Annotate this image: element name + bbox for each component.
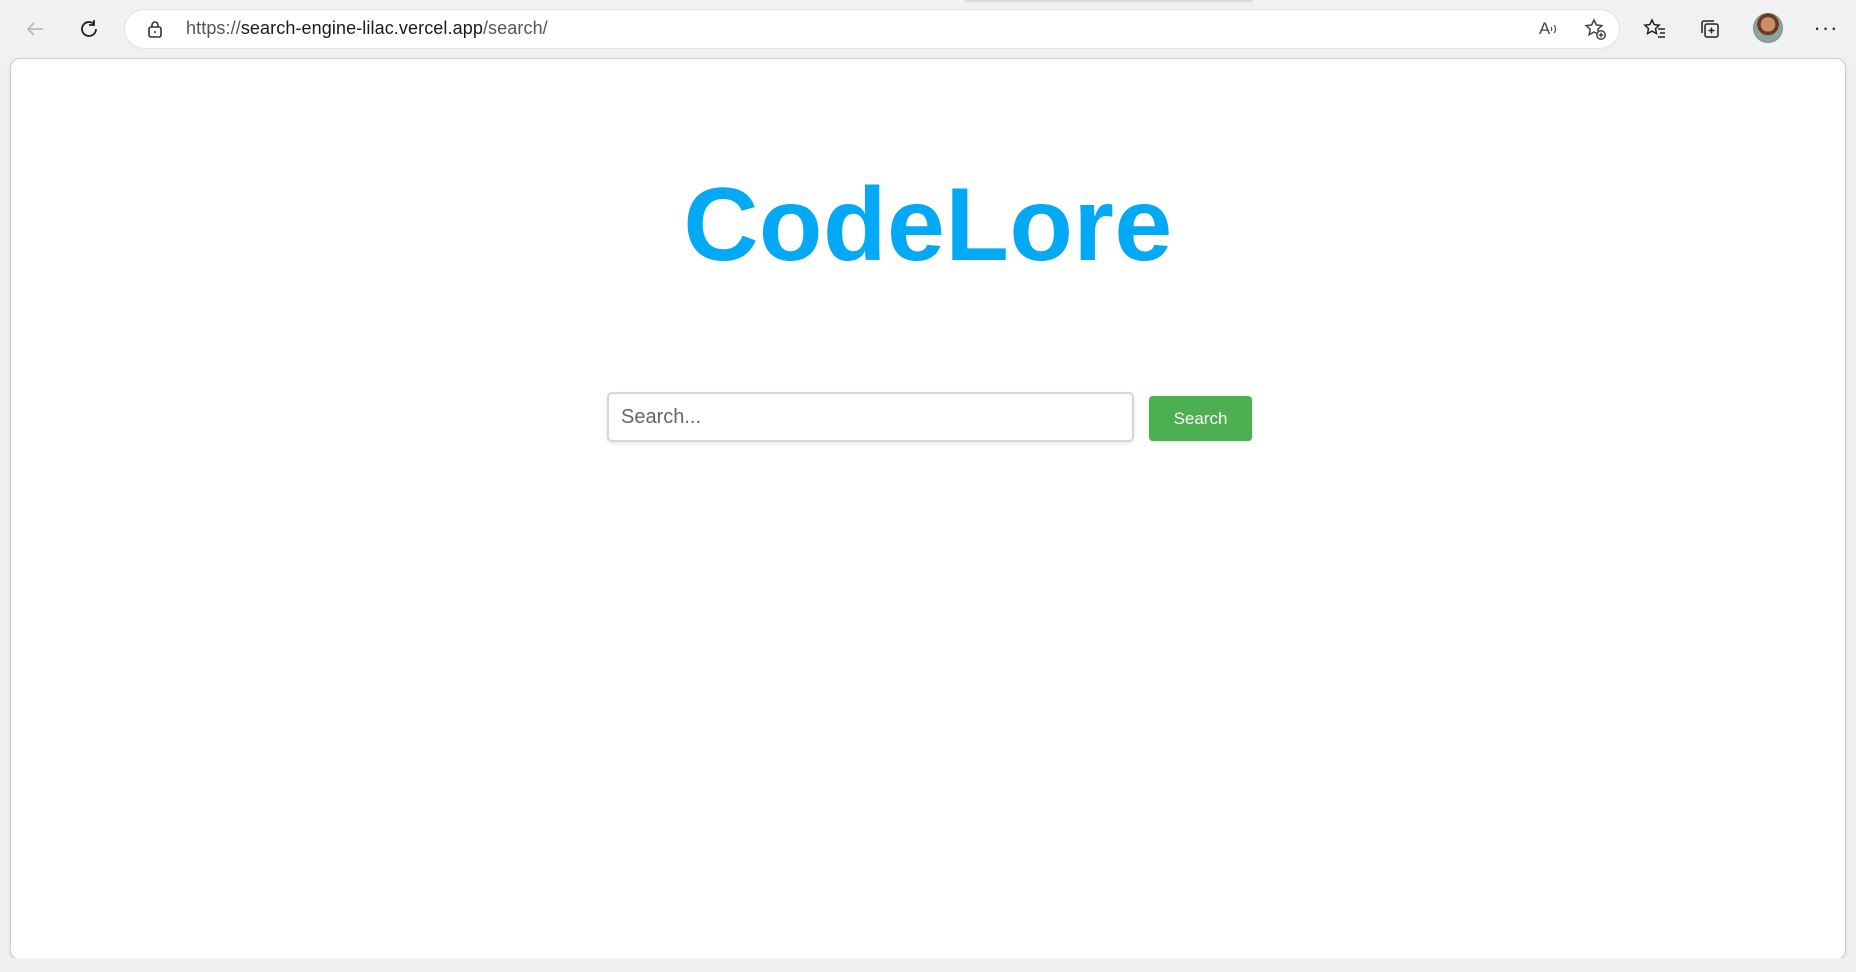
add-favorite-icon[interactable]: [1583, 17, 1607, 41]
search-input[interactable]: [607, 392, 1134, 442]
refresh-icon: [81, 20, 97, 37]
page-viewport: CodeLore Search: [10, 58, 1846, 960]
tab-strip-hint: [965, 0, 1253, 2]
url-text[interactable]: https://search-engine-lilac.vercel.app/s…: [186, 18, 548, 39]
url-host: search-engine-lilac.vercel.app: [240, 18, 483, 38]
read-aloud-icon[interactable]: A: [1539, 18, 1563, 40]
browser-toolbar: https://search-engine-lilac.vercel.app/s…: [0, 0, 1856, 58]
site-title: CodeLore: [683, 167, 1173, 283]
lock-icon[interactable]: [145, 19, 165, 39]
refresh-button[interactable]: [71, 12, 107, 46]
more-options-label: ···: [1813, 15, 1839, 40]
profile-avatar[interactable]: [1753, 13, 1783, 43]
back-button[interactable]: [17, 12, 53, 46]
more-options-icon[interactable]: ···: [1810, 12, 1842, 44]
url-scheme: https://: [186, 18, 241, 38]
read-aloud-label: A: [1539, 19, 1551, 38]
address-bar[interactable]: https://search-engine-lilac.vercel.app/s…: [125, 10, 1619, 48]
url-path: /search/: [482, 18, 548, 38]
back-arrow-icon: [26, 22, 43, 36]
favorites-icon[interactable]: [1641, 15, 1669, 43]
search-button[interactable]: Search: [1149, 396, 1252, 441]
window-bottom-edge: [0, 958, 1856, 972]
collections-icon[interactable]: [1696, 15, 1724, 43]
